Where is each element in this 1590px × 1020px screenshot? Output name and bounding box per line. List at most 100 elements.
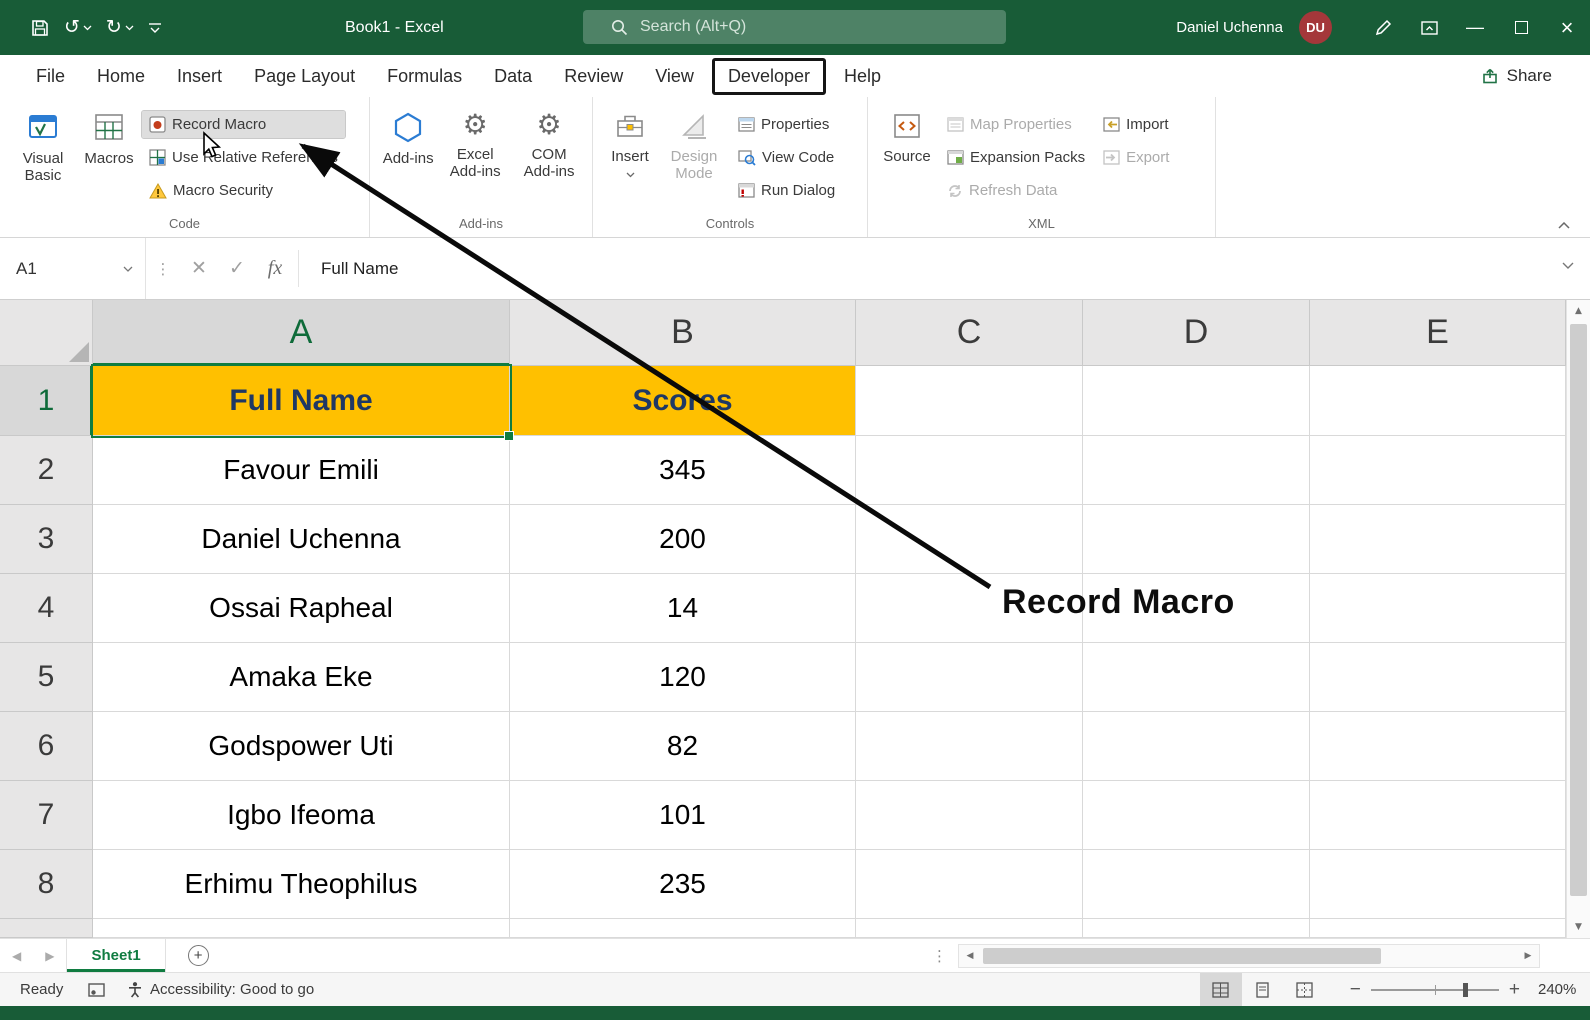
tab-view[interactable]: View	[639, 58, 710, 95]
cell-B8[interactable]: 235	[510, 850, 856, 919]
user-name[interactable]: Daniel Uchenna	[1176, 19, 1283, 36]
tab-developer[interactable]: Developer	[712, 58, 826, 95]
visual-basic-button[interactable]: Visual Basic	[10, 103, 76, 204]
tab-splitter[interactable]: ⋮	[932, 947, 947, 965]
select-all-corner[interactable]	[0, 300, 93, 366]
run-dialog-button[interactable]: Run Dialog	[731, 177, 842, 204]
cell-C7[interactable]	[856, 781, 1083, 850]
use-relative-references-button[interactable]: Use Relative References	[142, 144, 345, 171]
share-button[interactable]: Share	[1481, 55, 1552, 97]
ribbon-display-options-button[interactable]	[1406, 0, 1452, 55]
undo-button[interactable]: ↺	[64, 18, 92, 37]
cell-E2[interactable]	[1310, 436, 1566, 505]
properties-button[interactable]: Properties	[731, 111, 842, 138]
cell-A8[interactable]: Erhimu Theophilus	[93, 850, 510, 919]
cell-A2[interactable]: Favour Emili	[93, 436, 510, 505]
insert-control-button[interactable]: Insert	[603, 103, 657, 204]
cell-A3[interactable]: Daniel Uchenna	[93, 505, 510, 574]
tab-home[interactable]: Home	[81, 58, 161, 95]
scroll-up-icon[interactable]: ▲	[1567, 300, 1590, 322]
customize-quick-access-button[interactable]	[148, 22, 162, 34]
row-header-4[interactable]: 4	[0, 574, 93, 643]
macros-button[interactable]: Macros	[80, 103, 138, 204]
search-box[interactable]	[583, 10, 1006, 44]
insert-function-button[interactable]: fx	[256, 238, 294, 299]
search-input[interactable]	[640, 18, 970, 36]
cell-D7[interactable]	[1083, 781, 1310, 850]
cell-E5[interactable]	[1310, 643, 1566, 712]
cell-C1[interactable]	[856, 366, 1083, 436]
horizontal-scrollbar-thumb[interactable]	[983, 948, 1381, 964]
refresh-data-button[interactable]: Refresh Data	[940, 177, 1092, 204]
cell-C4[interactable]	[856, 574, 1083, 643]
column-header-B[interactable]: B	[510, 300, 856, 366]
vertical-scrollbar[interactable]: ▲ ▼	[1566, 300, 1590, 938]
row-header-1[interactable]: 1	[0, 366, 93, 436]
cell-D1[interactable]	[1083, 366, 1310, 436]
cell-E7[interactable]	[1310, 781, 1566, 850]
scroll-down-icon[interactable]: ▼	[1567, 916, 1590, 938]
zoom-level-button[interactable]: 240%	[1538, 981, 1590, 998]
sheet-nav-left-icon[interactable]: ◀	[0, 949, 33, 963]
cell-C2[interactable]	[856, 436, 1083, 505]
import-button[interactable]: Import	[1096, 111, 1176, 138]
sheet-tab-sheet1[interactable]: Sheet1	[66, 939, 165, 972]
avatar[interactable]: DU	[1299, 11, 1332, 44]
row-header-3[interactable]: 3	[0, 505, 93, 574]
scroll-right-icon[interactable]: ▶	[1517, 951, 1539, 961]
export-button[interactable]: Export	[1096, 144, 1176, 171]
row-header-7[interactable]: 7	[0, 781, 93, 850]
cell-D2[interactable]	[1083, 436, 1310, 505]
tab-file[interactable]: File	[20, 58, 81, 95]
cell-B6[interactable]: 82	[510, 712, 856, 781]
row-header-8[interactable]: 8	[0, 850, 93, 919]
tab-review[interactable]: Review	[548, 58, 639, 95]
row-header-6[interactable]: 6	[0, 712, 93, 781]
cell-C6[interactable]	[856, 712, 1083, 781]
cell-D3[interactable]	[1083, 505, 1310, 574]
excel-addins-button[interactable]: ⚙ Excel Add-ins	[440, 103, 510, 181]
horizontal-scrollbar[interactable]: ◀ ▶	[958, 944, 1540, 968]
tab-insert[interactable]: Insert	[161, 58, 238, 95]
macro-security-button[interactable]: Macro Security	[142, 177, 345, 204]
view-page-layout-button[interactable]	[1242, 973, 1284, 1006]
zoom-out-button[interactable]: −	[1350, 979, 1361, 1001]
cell-C3[interactable]	[856, 505, 1083, 574]
cancel-entry-button[interactable]: ✕	[180, 238, 218, 299]
tab-help[interactable]: Help	[828, 58, 897, 95]
redo-button[interactable]: ↻	[106, 18, 134, 37]
cell-D9[interactable]	[1083, 919, 1310, 938]
column-header-D[interactable]: D	[1083, 300, 1310, 366]
cell-A1[interactable]: Full Name	[93, 366, 510, 436]
cell-D4[interactable]	[1083, 574, 1310, 643]
column-header-A[interactable]: A	[93, 300, 510, 366]
map-properties-button[interactable]: Map Properties	[940, 111, 1092, 138]
cell-A4[interactable]: Ossai Rapheal	[93, 574, 510, 643]
addins-button[interactable]: Add-ins	[380, 103, 436, 181]
design-mode-button[interactable]: Design Mode	[661, 103, 727, 204]
sheet-nav-right-icon[interactable]: ▶	[33, 949, 66, 963]
maximize-button[interactable]	[1498, 0, 1544, 55]
record-macro-button[interactable]: Record Macro	[142, 111, 345, 138]
cell-B2[interactable]: 345	[510, 436, 856, 505]
close-button[interactable]: ×	[1544, 0, 1590, 55]
enter-entry-button[interactable]: ✓	[218, 238, 256, 299]
record-macro-status-button[interactable]	[88, 982, 105, 998]
cell-D6[interactable]	[1083, 712, 1310, 781]
cell-E1[interactable]	[1310, 366, 1566, 436]
zoom-slider-handle[interactable]	[1463, 983, 1468, 997]
column-header-E[interactable]: E	[1310, 300, 1566, 366]
cell-E8[interactable]	[1310, 850, 1566, 919]
view-code-button[interactable]: View Code	[731, 144, 842, 171]
cell-B9[interactable]	[510, 919, 856, 938]
cell-D5[interactable]	[1083, 643, 1310, 712]
save-button[interactable]	[30, 18, 50, 38]
editing-mode-button[interactable]	[1360, 0, 1406, 55]
zoom-slider[interactable]	[1371, 989, 1499, 991]
collapse-ribbon-button[interactable]	[1558, 222, 1570, 229]
cell-B1[interactable]: Scores	[510, 366, 856, 436]
name-box[interactable]: A1	[0, 238, 146, 299]
cell-B3[interactable]: 200	[510, 505, 856, 574]
view-page-break-button[interactable]	[1284, 973, 1326, 1006]
new-sheet-button[interactable]: +	[188, 945, 209, 966]
